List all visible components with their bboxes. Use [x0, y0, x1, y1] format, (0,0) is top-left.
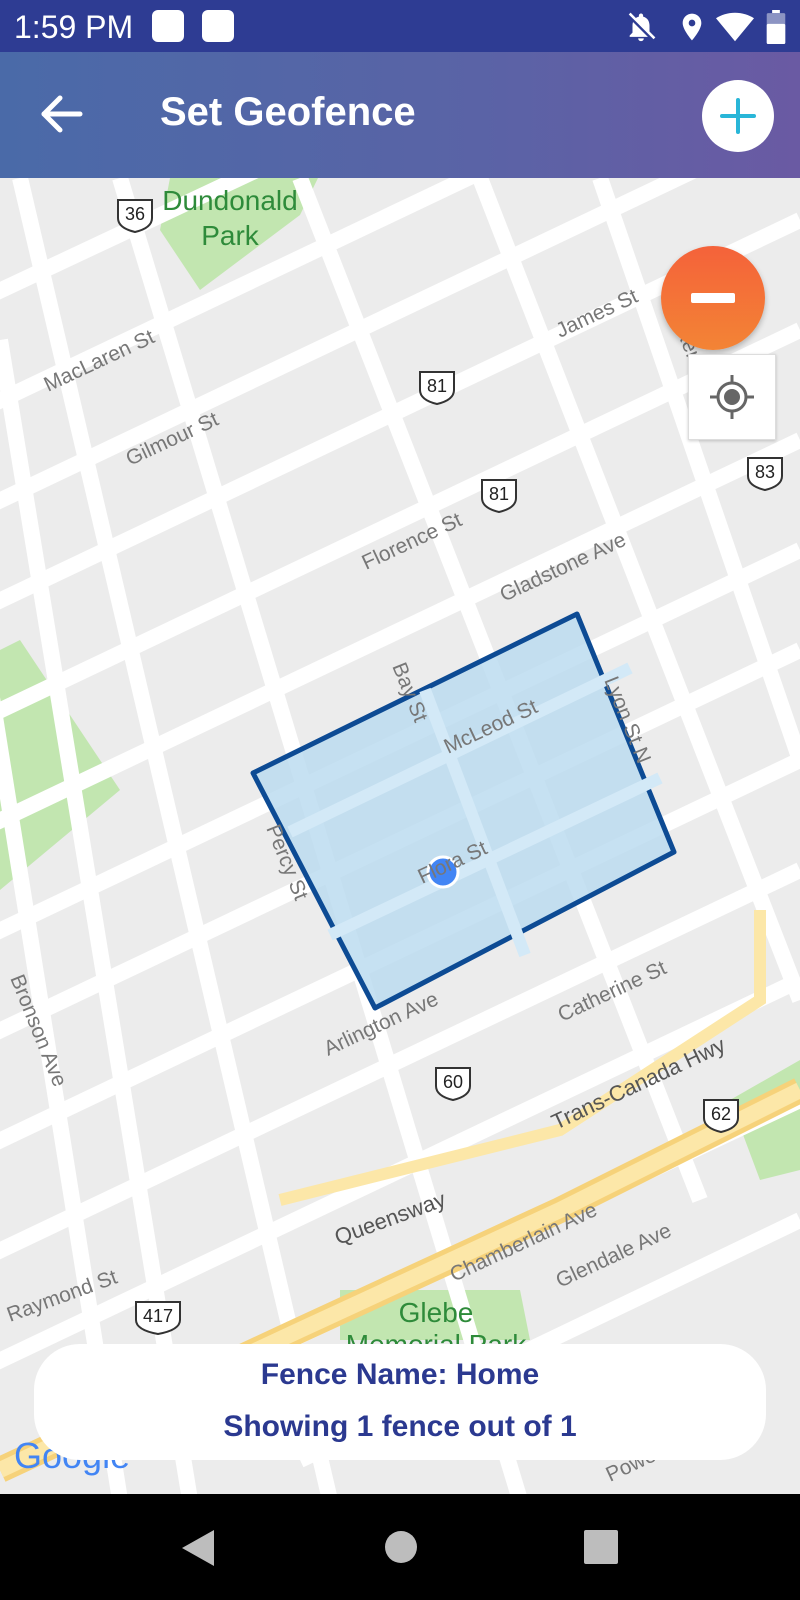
route-shield: 60: [435, 1067, 471, 1102]
triangle-back-icon[interactable]: [180, 1528, 216, 1568]
fence-name-label: Fence Name: Home: [260, 1358, 540, 1391]
park-label: Glebe: [399, 1297, 474, 1328]
route-shield: 417: [135, 1301, 181, 1336]
back-button[interactable]: [36, 92, 86, 136]
remove-fence-button[interactable]: [661, 246, 765, 350]
square-recents-icon[interactable]: [584, 1530, 618, 1564]
route-shield: 62: [703, 1099, 739, 1134]
map-view[interactable]: MacLaren St Gilmour St James St Florence…: [0, 178, 800, 1494]
status-bar: 1:59 PM: [0, 0, 800, 52]
svg-text:417: 417: [143, 1306, 173, 1326]
route-shield: 36: [117, 199, 153, 234]
route-shield: 83: [747, 457, 783, 492]
street-label: James St: [552, 285, 641, 343]
svg-text:81: 81: [489, 484, 509, 504]
arrow-back-icon: [41, 95, 83, 133]
status-time: 1:59 PM: [14, 9, 134, 45]
wifi-icon: [716, 12, 754, 42]
fence-count-label: Showing 1 fence out of 1: [223, 1410, 577, 1443]
my-location-button[interactable]: [688, 354, 776, 440]
add-fence-button[interactable]: [702, 80, 774, 152]
notification-square-icon: [152, 10, 184, 42]
svg-text:36: 36: [125, 204, 145, 224]
system-nav-bar: [0, 1494, 800, 1600]
fence-info-card: Fence Name: Home Showing 1 fence out of …: [34, 1344, 766, 1460]
minus-icon: [691, 293, 735, 303]
circle-home-icon[interactable]: [384, 1530, 418, 1564]
park-label: Dundonald: [162, 185, 297, 216]
battery-icon: [766, 10, 786, 44]
notifications-off-icon: [626, 12, 656, 42]
svg-text:81: 81: [427, 376, 447, 396]
page-title: Set Geofence: [160, 90, 416, 134]
svg-text:83: 83: [755, 462, 775, 482]
svg-text:60: 60: [443, 1072, 463, 1092]
plus-icon: [720, 98, 756, 134]
park-label: Park: [201, 220, 260, 251]
notification-square-icon: [202, 10, 234, 42]
map-canvas[interactable]: MacLaren St Gilmour St James St Florence…: [0, 178, 800, 1494]
location-pin-icon: [682, 13, 702, 41]
app-bar: Set Geofence: [0, 52, 800, 178]
route-shield: 81: [481, 479, 517, 514]
svg-text:62: 62: [711, 1104, 731, 1124]
my-location-icon: [710, 375, 754, 419]
route-shield: 81: [419, 371, 455, 406]
